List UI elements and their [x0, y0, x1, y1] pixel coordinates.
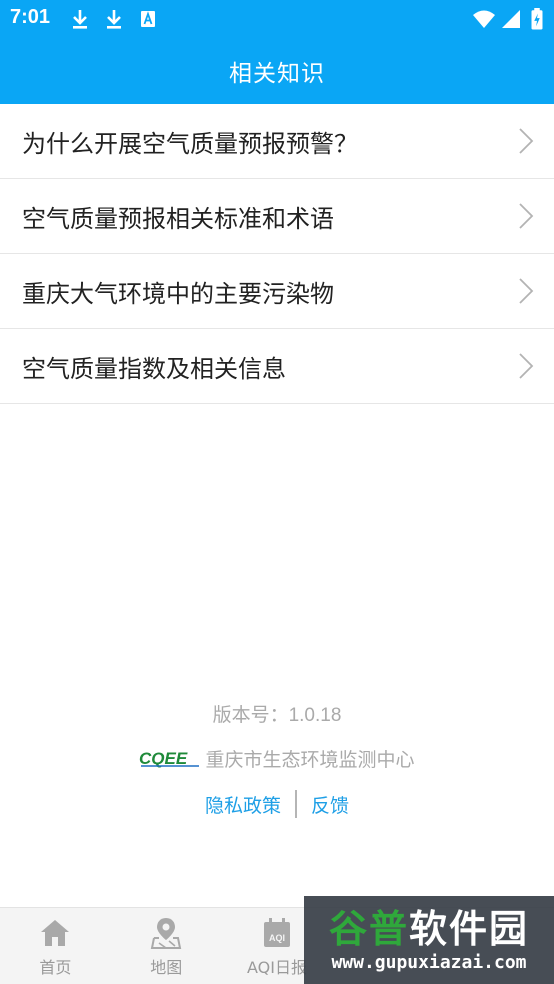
footer-links: 隐私政策 反馈 [0, 790, 554, 818]
watermark-title: 谷普软件园 [329, 908, 529, 950]
battery-charging-icon [531, 8, 543, 30]
title-bar: 相关知识 [0, 38, 554, 104]
watermark: 谷普软件园 www.gupuxiazai.com [304, 896, 554, 984]
list-item[interactable]: 为什么开展空气质量预报预警？ [0, 104, 554, 179]
tab-label: 首页 [39, 958, 72, 977]
privacy-policy-link[interactable]: 隐私政策 [205, 791, 281, 818]
status-bar: 7:01 [0, 0, 554, 38]
org-name: 重庆市生态环境监测中心 [205, 749, 415, 771]
download-icon [107, 10, 121, 29]
page-title: 相关知识 [229, 61, 325, 87]
watermark-title-part2: 软件园 [409, 906, 530, 951]
list-item-label: 空气质量预报相关标准和术语 [22, 204, 334, 233]
chevron-right-icon [519, 353, 534, 379]
svg-text:AQI: AQI [269, 933, 285, 943]
tab-map[interactable]: 地图 [111, 908, 222, 984]
list-item[interactable]: 空气质量指数及相关信息 [0, 329, 554, 404]
footer: 版本号：1.0.18 CQEE 重庆市生态环境监测中心 隐私政策 反馈 [0, 700, 554, 818]
tab-home[interactable]: 首页 [0, 908, 111, 984]
home-icon [41, 920, 70, 946]
chevron-right-icon [519, 128, 534, 154]
org-row: CQEE 重庆市生态环境监测中心 [0, 745, 554, 772]
status-time: 7:01 [10, 6, 51, 28]
cqee-logo: CQEE [139, 750, 200, 768]
chevron-right-icon [519, 278, 534, 304]
list-item-label: 空气质量指数及相关信息 [22, 354, 286, 383]
chevron-right-icon [519, 203, 534, 229]
list-item-label: 为什么开展空气质量预报预警？ [22, 129, 358, 158]
watermark-url: www.gupuxiazai.com [331, 951, 527, 973]
tab-label: AQI日报 [247, 958, 307, 977]
tab-label: 地图 [150, 958, 183, 977]
link-divider [295, 790, 297, 818]
calendar-aqi-icon: AQI [263, 918, 290, 947]
list-item[interactable]: 空气质量预报相关标准和术语 [0, 179, 554, 254]
wifi-icon [473, 10, 495, 28]
watermark-title-part1: 谷普 [328, 906, 409, 951]
list-item-label: 重庆大气环境中的主要污染物 [22, 279, 334, 308]
map-pin-icon [150, 918, 182, 949]
download-icon [73, 10, 87, 29]
signal-icon [502, 10, 520, 28]
version-text: 版本号：1.0.18 [212, 705, 342, 726]
font-a-icon [141, 11, 155, 27]
knowledge-list: 为什么开展空气质量预报预警？ 空气质量预报相关标准和术语 重庆大气环境中的主要污… [0, 104, 554, 404]
list-item[interactable]: 重庆大气环境中的主要污染物 [0, 254, 554, 329]
feedback-link[interactable]: 反馈 [311, 791, 349, 818]
